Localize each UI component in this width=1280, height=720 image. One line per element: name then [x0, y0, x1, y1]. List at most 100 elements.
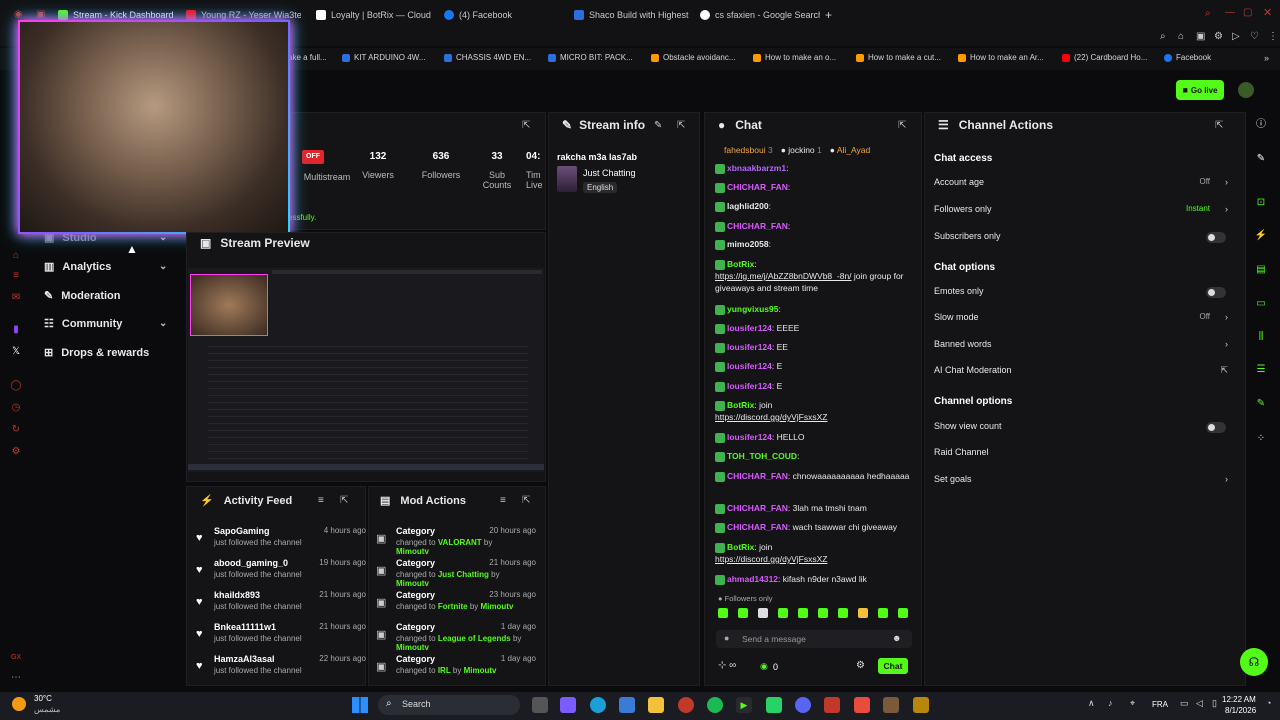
emoji-icon[interactable]: ☻	[892, 633, 901, 643]
chat-send-button[interactable]: Chat	[878, 658, 908, 674]
bookmark-item[interactable]: ake a full...	[288, 53, 327, 62]
location-icon[interactable]: ⌖	[1130, 698, 1135, 709]
subscribers-only-toggle[interactable]	[1206, 232, 1226, 243]
list-icon[interactable]: ▤	[1254, 263, 1268, 277]
activity-item[interactable]: ♥ khaildx893 just followed the channel 21 h…	[196, 590, 366, 620]
tray-overflow-icon[interactable]: ∧	[1088, 698, 1095, 709]
activity-user[interactable]: abood_gaming_0	[214, 558, 288, 568]
popout-icon[interactable]: ⇱	[677, 120, 685, 131]
tab-botrix[interactable]: Loyalty | BotRix — Cloud S	[316, 6, 431, 24]
bookmark-item[interactable]: CHASSIS 4WD EN...	[444, 53, 531, 62]
emote[interactable]	[738, 608, 748, 618]
stack-icon[interactable]: ☰	[1254, 363, 1268, 377]
chat-username[interactable]: BotRix	[727, 400, 754, 410]
chat-settings-icon[interactable]: ⚙	[856, 660, 865, 671]
bookmark-item[interactable]: Facebook	[1164, 53, 1211, 62]
activity-user[interactable]: Bnkea11111w1	[214, 622, 276, 632]
home-icon[interactable]: ⌂	[10, 250, 22, 262]
network-icon[interactable]: ▭	[1180, 698, 1189, 709]
discord-icon[interactable]	[795, 697, 811, 713]
bolt-icon[interactable]: ⚡	[1254, 229, 1268, 243]
row-followers-only[interactable]: Followers only Instant ›	[934, 204, 1232, 218]
emote[interactable]	[798, 608, 808, 618]
popout-icon[interactable]: ⇱	[522, 120, 530, 131]
activity-item[interactable]: ♥ abood_gaming_0 just followed the channel…	[196, 558, 366, 588]
capture-icon[interactable]: ⊡	[1254, 196, 1268, 210]
avatar[interactable]	[1238, 82, 1254, 98]
emote[interactable]	[718, 608, 728, 618]
chat-username[interactable]: CHICHAR_FAN	[727, 503, 788, 513]
top-chatter[interactable]: fahedsboui 3	[724, 145, 773, 155]
gx-icon[interactable]: GX	[10, 652, 22, 664]
popout-icon[interactable]: ⇱	[340, 495, 348, 506]
activity-item[interactable]: ♥ HamzaAl3asal just followed the channel 22…	[196, 654, 366, 684]
row-subscribers-only[interactable]: Subscribers only	[934, 231, 1232, 245]
chat-username[interactable]: yungvixus95	[727, 304, 779, 314]
chat-username[interactable]: CHICHAR_FAN	[727, 522, 788, 532]
sidebar-item-analytics[interactable]: ▥ Analytics ⌄	[44, 260, 167, 274]
chat-link[interactable]: https://discord.gg/dyVjFsxsXZ	[715, 554, 827, 564]
explorer-icon[interactable]	[648, 697, 664, 713]
chat-tools-icon[interactable]: ⊹ ∞	[718, 660, 736, 671]
row-show-view-count[interactable]: Show view count	[934, 421, 1232, 435]
settings-icon[interactable]: ⚙	[10, 446, 22, 458]
emote[interactable]	[858, 608, 868, 618]
search-tabs-icon[interactable]: ⌕	[1205, 8, 1211, 19]
emotes-only-toggle[interactable]	[1206, 287, 1226, 298]
chat-username[interactable]: TOH_TOH_COUD	[727, 451, 797, 461]
dots-icon[interactable]: ⁘	[1254, 432, 1268, 446]
support-button[interactable]: ☊	[1240, 648, 1268, 676]
activity-user[interactable]: HamzaAl3asal	[214, 654, 275, 664]
clock-date[interactable]: 8/1/2026	[1225, 706, 1256, 715]
x-icon[interactable]: 𝕏	[10, 346, 22, 358]
emote[interactable]	[898, 608, 908, 618]
show-view-count-toggle[interactable]	[1206, 422, 1226, 433]
row-set-goals[interactable]: Set goals ›	[934, 474, 1232, 488]
chat-username[interactable]: BotRix	[727, 259, 754, 269]
play-icon[interactable]: ▷	[1232, 31, 1240, 42]
chat-username[interactable]: laghlid200	[727, 201, 769, 211]
clock-time[interactable]: 12:22 AM	[1222, 695, 1256, 704]
chat-username[interactable]: lousifer124	[727, 432, 772, 442]
bookmark-item[interactable]: How to make an o...	[753, 53, 836, 62]
store-icon[interactable]	[619, 697, 635, 713]
spotify-icon[interactable]	[707, 697, 723, 713]
filter-icon[interactable]: ≡	[500, 495, 506, 506]
chat-icon[interactable]: ▭	[1254, 297, 1268, 311]
chat-username[interactable]: lousifer124	[727, 342, 772, 352]
zoom-icon[interactable]: ⌕	[1160, 31, 1166, 42]
start-icon[interactable]	[352, 697, 368, 713]
row-raid-channel[interactable]: Raid Channel	[934, 447, 1232, 461]
chat-username[interactable]: lousifer124	[727, 361, 772, 371]
edit-icon[interactable]: ✎	[654, 120, 662, 131]
app-icon[interactable]: ▶	[736, 697, 752, 713]
popout-icon[interactable]: ⇱	[898, 120, 906, 131]
tab-shaco[interactable]: Shaco Build with Highest W	[574, 6, 689, 24]
edge-icon[interactable]	[590, 697, 606, 713]
activity-item[interactable]: ♥ Bnkea11111w1 just followed the channel 21…	[196, 622, 366, 652]
search-box[interactable]: ⌕ Search	[378, 695, 520, 715]
sync-icon[interactable]: ↻	[10, 424, 22, 436]
heart-icon[interactable]: ♡	[1250, 31, 1259, 42]
tab-google[interactable]: cs sfaxien - Google Search	[700, 6, 820, 24]
mod-action-item[interactable]: ▣ Category changed to Just Chatting by Mim…	[376, 558, 536, 590]
pen-icon[interactable]: ✎	[1254, 152, 1268, 166]
mail-icon[interactable]: ✉	[10, 292, 22, 304]
tab-overview-icon[interactable]: ▣	[36, 9, 45, 20]
app-icon[interactable]	[854, 697, 870, 713]
whatsapp-icon[interactable]	[766, 697, 782, 713]
chat-username[interactable]: lousifer124	[727, 323, 772, 333]
notification-icon[interactable]: ◔	[1266, 698, 1271, 708]
chat-input[interactable]: ● Send a message ☻	[716, 630, 912, 648]
chat-username[interactable]: CHICHAR_FAN	[727, 471, 788, 481]
emote[interactable]	[878, 608, 888, 618]
app-icon[interactable]	[913, 697, 929, 713]
row-slow-mode[interactable]: Slow mode Off ›	[934, 312, 1232, 326]
new-tab-button[interactable]: +	[825, 8, 832, 22]
minimize-icon[interactable]: —	[1225, 7, 1235, 18]
activity-user[interactable]: SapoGaming	[214, 526, 270, 536]
clock-icon[interactable]: ◷	[10, 402, 22, 414]
popout-icon[interactable]: ⇱	[522, 495, 530, 506]
sidebar-item-moderation[interactable]: ✎ Moderation	[44, 289, 121, 303]
columns-icon[interactable]: ⫼	[1254, 330, 1268, 344]
